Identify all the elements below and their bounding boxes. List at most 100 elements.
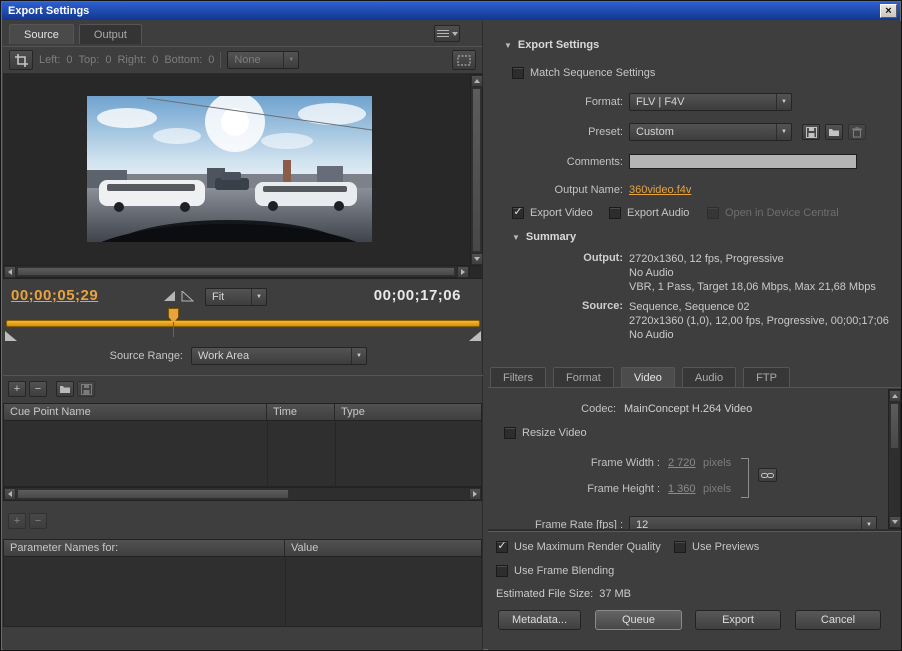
- output-name-link[interactable]: 360video.f4v: [629, 184, 691, 196]
- crop-aspect-dropdown[interactable]: None ▼: [227, 51, 299, 69]
- tab-source[interactable]: Source: [9, 24, 74, 44]
- frame-height-value[interactable]: 1 360: [668, 483, 696, 495]
- resize-video-checkbox[interactable]: Resize Video: [504, 426, 587, 440]
- cue-point-list[interactable]: [3, 421, 482, 487]
- export-video-checkbox[interactable]: ✓ Export Video: [512, 206, 593, 220]
- tab-video[interactable]: Video: [621, 367, 675, 387]
- arrow-up-icon: [474, 79, 480, 83]
- scroll-right-button[interactable]: [469, 488, 481, 500]
- preview-vscrollbar[interactable]: [470, 74, 483, 266]
- tab-format[interactable]: Format: [553, 367, 614, 387]
- out-point-icon[interactable]: [181, 291, 194, 302]
- tab-audio[interactable]: Audio: [682, 367, 736, 387]
- save-cue-points-button[interactable]: [77, 381, 95, 397]
- crop-proportions-icon: [457, 55, 471, 66]
- link-width-height-button[interactable]: [758, 468, 777, 482]
- frame-rate-dropdown[interactable]: 12 ▼: [629, 516, 877, 529]
- crop-button[interactable]: [9, 50, 33, 70]
- summary-output-label: Output:: [488, 252, 623, 264]
- add-cue-point-button[interactable]: +: [8, 381, 26, 397]
- export-audio-checkbox[interactable]: Export Audio: [609, 206, 689, 220]
- crop-proportions-button[interactable]: [452, 50, 476, 70]
- scrollbar-thumb[interactable]: [472, 88, 481, 252]
- format-dropdown[interactable]: FLV | F4V ▼: [629, 93, 792, 111]
- match-sequence-checkbox[interactable]: Match Sequence Settings: [512, 66, 655, 80]
- preview-hscrollbar[interactable]: [3, 265, 470, 278]
- checkbox-icon: [674, 541, 686, 553]
- delete-preset-button[interactable]: [848, 124, 866, 140]
- close-button[interactable]: ×: [880, 4, 897, 18]
- work-area-bar[interactable]: [6, 320, 480, 327]
- format-label: Format:: [488, 96, 623, 108]
- summary-line: Sequence, Sequence 02: [629, 300, 889, 314]
- open-device-central-checkbox[interactable]: Open in Device Central: [707, 206, 839, 220]
- timeline[interactable]: [3, 311, 483, 345]
- crop-bottom-value[interactable]: 0: [208, 54, 214, 66]
- scroll-down-button[interactable]: [889, 516, 901, 528]
- codec-row: Codec: MainConcept H.264 Video: [488, 400, 902, 418]
- summary-header[interactable]: ▼ Summary: [512, 231, 576, 243]
- scroll-left-button[interactable]: [4, 266, 16, 278]
- export-settings-header[interactable]: ▼ Export Settings: [504, 39, 599, 51]
- scroll-down-button[interactable]: [471, 253, 483, 265]
- comments-label: Comments:: [488, 156, 623, 168]
- comments-input[interactable]: [629, 154, 857, 169]
- titlebar[interactable]: Export Settings ×: [2, 2, 900, 20]
- tab-filters[interactable]: Filters: [490, 367, 546, 387]
- video-tab-scrollbar[interactable]: [888, 389, 901, 529]
- preset-dropdown[interactable]: Custom ▼: [629, 123, 792, 141]
- export-settings-dialog: Export Settings × Source Output Left: 0 …: [0, 0, 902, 651]
- scroll-up-button[interactable]: [471, 75, 483, 87]
- panel-menu-button[interactable]: [434, 25, 460, 42]
- remove-parameter-button[interactable]: −: [29, 513, 47, 529]
- current-timecode[interactable]: 00;00;05;29: [11, 287, 98, 304]
- cue-col-type[interactable]: Type: [335, 404, 481, 420]
- tab-ftp[interactable]: FTP: [743, 367, 790, 387]
- scrollbar-thumb[interactable]: [17, 267, 455, 276]
- column-divider: [267, 421, 268, 486]
- scroll-up-button[interactable]: [889, 390, 901, 402]
- crop-left-value[interactable]: 0: [66, 54, 72, 66]
- format-value: FLV | F4V: [636, 96, 776, 108]
- arrow-left-icon: [8, 269, 12, 275]
- checkbox-checked-icon: ✓: [512, 207, 524, 219]
- export-button[interactable]: Export: [695, 610, 781, 630]
- param-col-value[interactable]: Value: [285, 540, 481, 556]
- checkbox-icon: [512, 67, 524, 79]
- in-point-icon[interactable]: [163, 291, 176, 302]
- queue-button[interactable]: Queue: [595, 610, 682, 630]
- load-cue-points-button[interactable]: [56, 381, 74, 397]
- cue-list-hscrollbar[interactable]: [3, 487, 482, 501]
- tab-output[interactable]: Output: [79, 24, 142, 44]
- frame-width-value[interactable]: 2 720: [668, 457, 696, 469]
- add-parameter-button[interactable]: +: [8, 513, 26, 529]
- crop-right-value[interactable]: 0: [152, 54, 158, 66]
- cue-col-time[interactable]: Time: [267, 404, 335, 420]
- parameter-list[interactable]: [3, 557, 482, 627]
- param-col-name[interactable]: Parameter Names for:: [4, 540, 285, 556]
- import-preset-button[interactable]: [825, 124, 843, 140]
- chevron-down-icon: ▼: [283, 52, 298, 68]
- right-trim-handle[interactable]: [469, 331, 481, 341]
- crop-top-value[interactable]: 0: [105, 54, 111, 66]
- scroll-right-button[interactable]: [457, 266, 469, 278]
- chevron-down-icon: ▼: [251, 289, 266, 305]
- use-max-quality-checkbox[interactable]: ✓ Use Maximum Render Quality: [496, 540, 661, 554]
- chevron-down-icon: ▼: [351, 348, 366, 364]
- use-frame-blending-checkbox[interactable]: Use Frame Blending: [496, 564, 614, 578]
- zoom-level-dropdown[interactable]: Fit ▼: [205, 288, 267, 306]
- scrollbar-thumb[interactable]: [890, 403, 899, 449]
- chevron-down-icon: [452, 32, 458, 36]
- open-device-central-label: Open in Device Central: [725, 207, 839, 219]
- scroll-left-button[interactable]: [4, 488, 16, 500]
- scrollbar-thumb[interactable]: [17, 489, 289, 499]
- cue-col-name[interactable]: Cue Point Name: [4, 404, 267, 420]
- save-preset-button[interactable]: [802, 124, 820, 140]
- use-previews-checkbox[interactable]: Use Previews: [674, 540, 759, 554]
- source-range-dropdown[interactable]: Work Area ▼: [191, 347, 367, 365]
- source-range-value: Work Area: [198, 350, 351, 362]
- cancel-button[interactable]: Cancel: [795, 610, 881, 630]
- left-trim-handle[interactable]: [5, 331, 17, 341]
- remove-cue-point-button[interactable]: −: [29, 381, 47, 397]
- metadata-button[interactable]: Metadata...: [498, 610, 581, 630]
